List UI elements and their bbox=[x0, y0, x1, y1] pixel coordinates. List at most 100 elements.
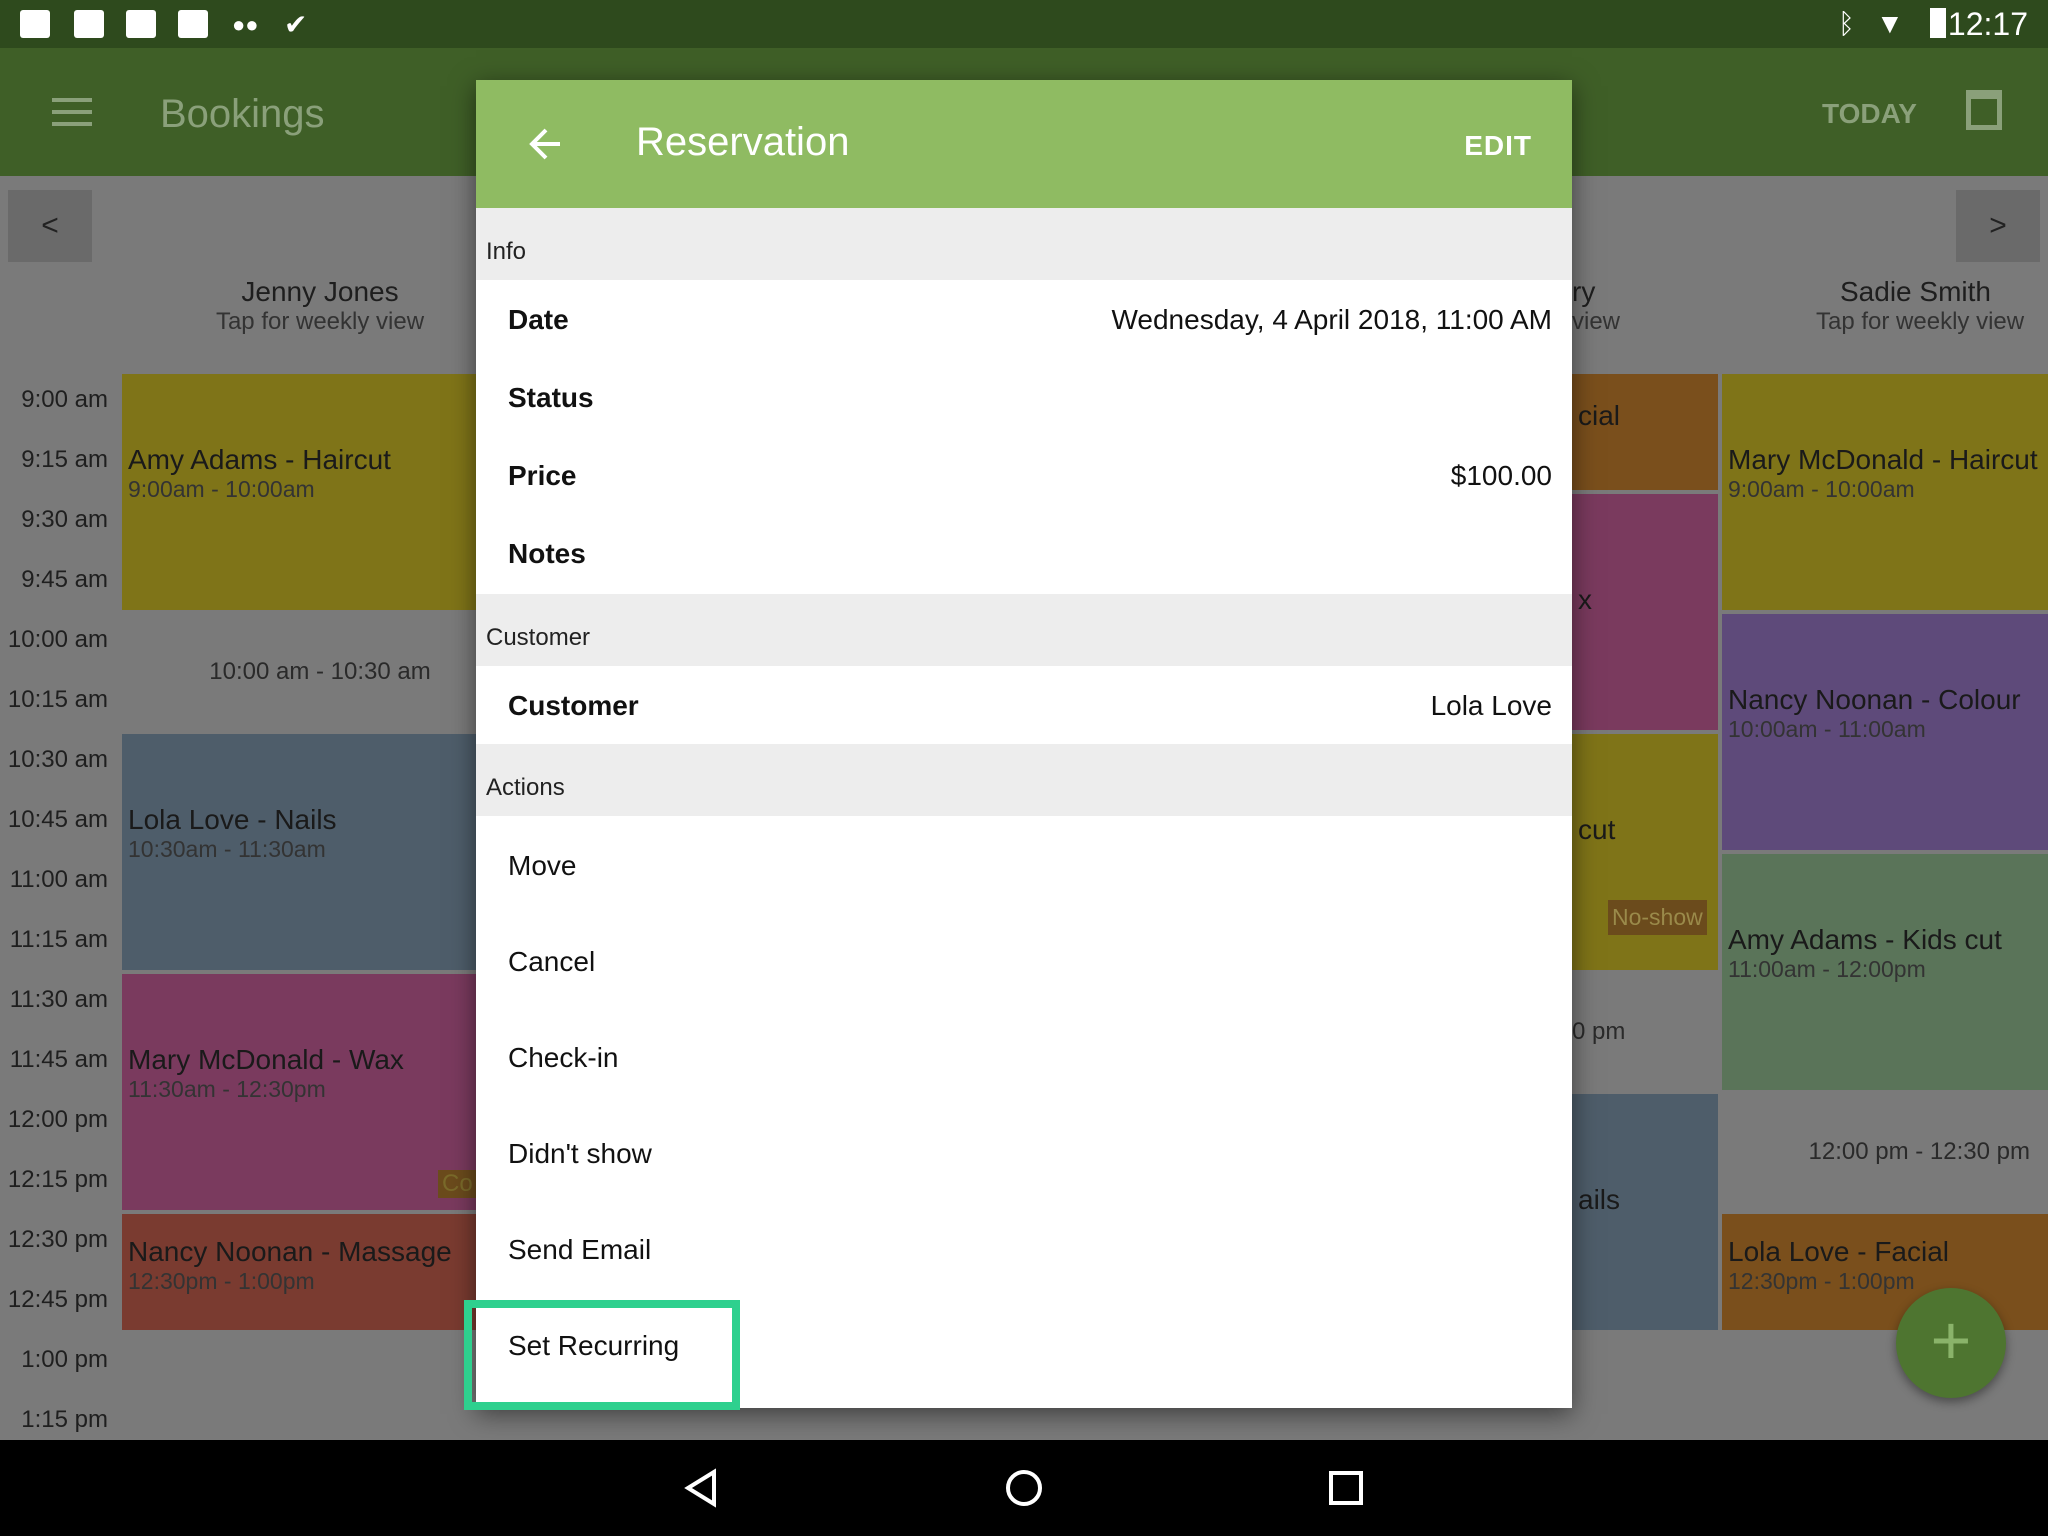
status-badge: Co bbox=[438, 1170, 476, 1198]
time-label: 11:00 am bbox=[9, 866, 108, 893]
column-header-sadie[interactable]: Sadie Smith Tap for weekly view bbox=[1720, 276, 2048, 336]
appointment-time: 12:30pm - 1:00pm bbox=[1728, 1268, 1915, 1294]
customer-label: Customer bbox=[508, 690, 639, 721]
dialog-header: Reservation EDIT bbox=[476, 80, 1572, 208]
staff-subtitle: Tap for weekly view bbox=[1816, 308, 2025, 335]
appointment-time: 11:00am - 12:00pm bbox=[1728, 956, 1926, 982]
appointment-title: Lola Love - Facial bbox=[1728, 1236, 1950, 1267]
appointment[interactable]: cut No-show bbox=[1572, 734, 1718, 970]
customer-row[interactable]: Customer Lola Love bbox=[476, 666, 1572, 744]
check-icon: ✔ bbox=[284, 9, 308, 40]
appointment-time: 10:00am - 11:00am bbox=[1728, 716, 1926, 742]
free-slot[interactable]: 12:00 pm - 12:30 pm bbox=[1790, 1138, 2048, 1166]
appointment-time: 10:30am - 11:30am bbox=[128, 836, 326, 862]
time-label: 12:00 pm bbox=[7, 1106, 108, 1133]
gmail-icon bbox=[20, 10, 50, 38]
time-label: 11:15 am bbox=[9, 926, 108, 953]
appointment-title: Nancy Noonan - Massage bbox=[128, 1236, 452, 1267]
appointment[interactable]: Lola Love - Nails 10:30am - 11:30am bbox=[122, 734, 476, 970]
price-label: Price bbox=[508, 460, 577, 491]
staff-subtitle: view bbox=[1572, 308, 1621, 335]
back-arrow-icon[interactable] bbox=[526, 124, 566, 164]
time-label: 1:00 pm bbox=[21, 1346, 108, 1373]
appointment[interactable]: ails bbox=[1572, 1094, 1718, 1330]
add-booking-button[interactable]: + bbox=[1896, 1288, 2006, 1398]
time-label: 11:30 am bbox=[9, 986, 108, 1013]
menu-icon[interactable] bbox=[52, 98, 92, 130]
appointment-title: ails bbox=[1578, 1184, 1621, 1215]
time-label: 1:15 pm bbox=[21, 1406, 108, 1433]
time-label: 9:30 am bbox=[21, 506, 108, 533]
edit-button[interactable]: EDIT bbox=[1464, 130, 1532, 162]
status-label: Status bbox=[508, 382, 594, 413]
system-nav-bar bbox=[0, 1440, 2048, 1536]
prev-day-button[interactable]: < bbox=[8, 190, 92, 262]
section-header-customer: Customer bbox=[476, 594, 1572, 666]
appointment-title: cut bbox=[1578, 814, 1616, 845]
status-row[interactable]: Status bbox=[476, 358, 1572, 436]
next-day-button[interactable]: > bbox=[1956, 190, 2040, 262]
appointment[interactable]: x bbox=[1572, 494, 1718, 730]
appointment[interactable]: Mary McDonald - Haircut 9:00am - 10:00am bbox=[1722, 374, 2048, 610]
appointment[interactable]: Amy Adams - Kids cut 11:00am - 12:00pm bbox=[1722, 854, 2048, 1090]
time-label: 9:45 am bbox=[21, 566, 108, 593]
action-didnt-show[interactable]: Didn't show bbox=[508, 1138, 652, 1170]
time-label: 9:15 am bbox=[21, 446, 108, 473]
appointment-title: Nancy Noonan - Colour bbox=[1728, 684, 2021, 715]
time-label: 12:45 pm bbox=[7, 1286, 108, 1313]
appointment[interactable]: Nancy Noonan - Massage 12:30pm - 1:00pm bbox=[122, 1214, 476, 1330]
appointment-time: 9:00am - 10:00am bbox=[1728, 476, 1915, 502]
appointment[interactable]: Nancy Noonan - Colour 10:00am - 11:00am bbox=[1722, 614, 2048, 850]
appointment[interactable]: Amy Adams - Haircut 9:00am - 10:00am bbox=[122, 374, 476, 610]
staff-subtitle: Tap for weekly view bbox=[215, 308, 425, 335]
time-label: 12:30 pm bbox=[7, 1226, 108, 1253]
date-label: Date bbox=[508, 304, 569, 335]
column-header-jenny[interactable]: Jenny Jones Tap for weekly view bbox=[120, 276, 520, 336]
action-cancel[interactable]: Cancel bbox=[508, 946, 595, 978]
time-label: 10:30 am bbox=[7, 746, 108, 773]
date-row[interactable]: Date Wednesday, 4 April 2018, 11:00 AM bbox=[476, 280, 1572, 358]
price-row[interactable]: Price $100.00 bbox=[476, 436, 1572, 514]
notification-icon bbox=[126, 10, 156, 38]
date-value: Wednesday, 4 April 2018, 11:00 AM bbox=[1111, 304, 1552, 335]
section-header-actions: Actions bbox=[476, 744, 1572, 816]
staff-name: ry bbox=[1572, 276, 1596, 307]
dots-icon: ●● bbox=[232, 12, 259, 37]
customer-value: Lola Love bbox=[1430, 690, 1552, 721]
app-title: Bookings bbox=[160, 92, 325, 136]
calendar-icon[interactable] bbox=[1966, 90, 2002, 130]
price-value: $100.00 bbox=[1450, 460, 1552, 491]
action-move[interactable]: Move bbox=[508, 850, 576, 882]
highlight-box bbox=[464, 1300, 740, 1410]
appointment-title: Amy Adams - Kids cut bbox=[1728, 924, 2002, 955]
dialog-title: Reservation bbox=[636, 120, 850, 164]
free-slot[interactable]: 10:00 am - 10:30 am bbox=[122, 658, 518, 686]
notification-icon bbox=[178, 10, 208, 38]
appointment-time: 9:00am - 10:00am bbox=[128, 476, 315, 502]
appointment[interactable]: Lola Love - Facial 12:30pm - 1:00pm bbox=[1722, 1214, 2048, 1330]
time-label: 10:15 am bbox=[7, 686, 108, 713]
recents-icon[interactable] bbox=[1328, 1470, 1364, 1506]
column-header-partial[interactable]: ry view bbox=[1572, 276, 1632, 336]
appointment[interactable]: cial bbox=[1572, 374, 1718, 490]
status-badge: No-show bbox=[1608, 900, 1707, 935]
action-send-email[interactable]: Send Email bbox=[508, 1234, 651, 1266]
appointment-title: cial bbox=[1578, 400, 1621, 431]
free-slot[interactable]: 0 pm bbox=[1572, 1018, 1652, 1046]
gallery-icon bbox=[74, 10, 104, 38]
clock: 12:17 bbox=[1947, 6, 2028, 42]
appointment-title: x bbox=[1578, 584, 1592, 615]
home-icon[interactable] bbox=[1004, 1468, 1044, 1508]
appointment[interactable]: Mary McDonald - Wax 11:30am - 12:30pm Co bbox=[122, 974, 476, 1210]
notes-row[interactable]: Notes bbox=[476, 514, 1572, 592]
action-check-in[interactable]: Check-in bbox=[508, 1042, 618, 1074]
notes-label: Notes bbox=[508, 538, 586, 569]
time-label: 11:45 am bbox=[9, 1046, 108, 1073]
appointment-time: 12:30pm - 1:00pm bbox=[128, 1268, 315, 1294]
battery-icon bbox=[1930, 8, 1946, 38]
plus-icon: + bbox=[1930, 1301, 1972, 1379]
bluetooth-icon: ᛒ bbox=[1838, 8, 1855, 39]
reservation-dialog: Reservation EDIT Info Date Wednesday, 4 … bbox=[476, 80, 1572, 1408]
today-button[interactable]: TODAY bbox=[1822, 98, 1917, 130]
back-icon[interactable] bbox=[682, 1468, 722, 1508]
